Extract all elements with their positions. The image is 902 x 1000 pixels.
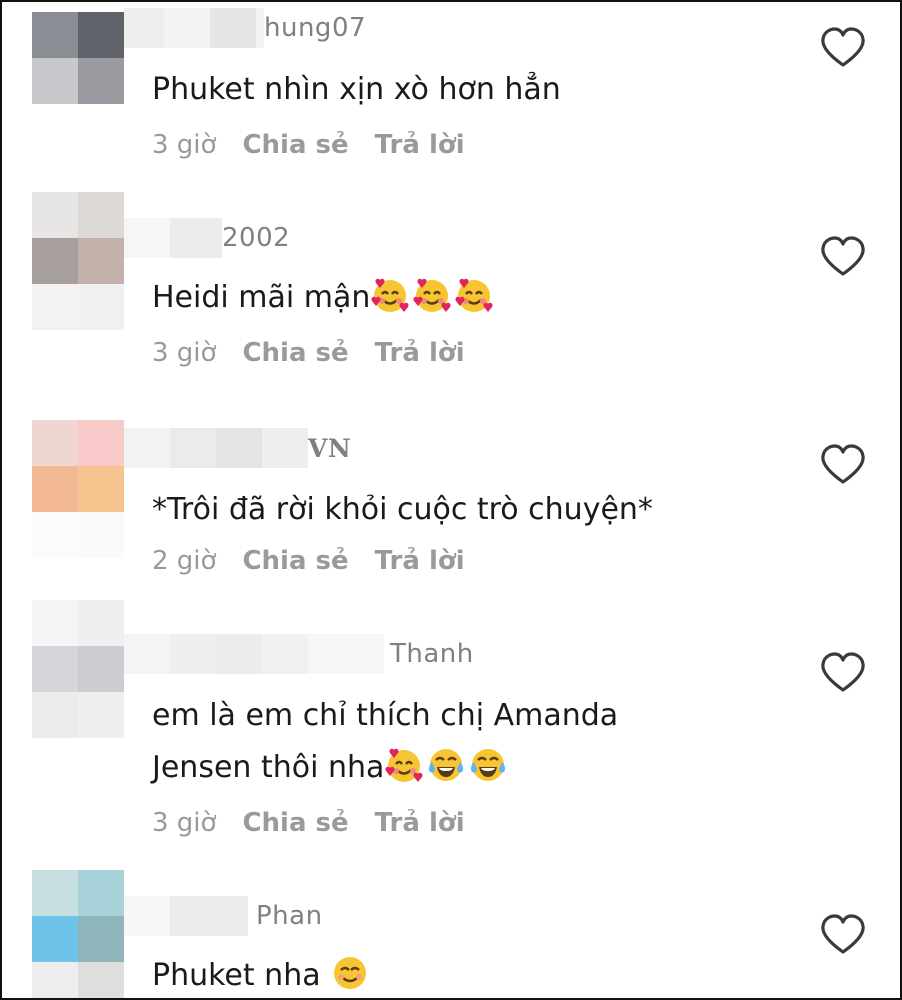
tears-of-joy-icon [429, 749, 464, 781]
comment-meta: 3 giờ Chia sẻ Trả lời [152, 130, 465, 160]
share-button[interactable]: Chia sẻ [242, 808, 348, 838]
redacted-username-block [124, 428, 308, 468]
share-button[interactable]: Chia sẻ [242, 546, 348, 576]
username[interactable]: Phan [256, 901, 323, 931]
like-heart-icon[interactable] [820, 914, 866, 956]
avatar[interactable] [32, 420, 124, 558]
comment-text: em là em chỉ thích chị Amanda Jensen thô… [152, 698, 619, 785]
timestamp: 3 giờ [152, 130, 217, 160]
avatar[interactable] [32, 870, 124, 998]
username-row[interactable]: Phan [124, 896, 323, 936]
smiling-face-with-hearts-icon [385, 748, 423, 782]
reply-button[interactable]: Trả lời [375, 130, 465, 160]
comment-item: Phan Phuket nha [2, 870, 900, 998]
comment-meta: 3 giờ Chia sẻ Trả lời [152, 338, 465, 368]
comment-text: Phuket nha [152, 950, 372, 998]
avatar[interactable] [32, 12, 124, 150]
like-heart-icon[interactable] [820, 444, 866, 486]
redacted-username-block [124, 218, 222, 258]
like-heart-icon[interactable] [820, 27, 866, 69]
emoji-group [370, 278, 496, 315]
redacted-username-block [124, 896, 248, 936]
comment-text: Phuket nhìn xịn xò hơn hẳn [152, 72, 561, 107]
like-heart-icon[interactable] [820, 236, 866, 278]
avatar[interactable] [32, 600, 124, 738]
timestamp: 2 giờ [152, 546, 217, 576]
comments-panel: hung07 Phuket nhìn xịn xò hơn hẳn 3 giờ … [0, 0, 902, 1000]
reply-button[interactable]: Trả lời [375, 546, 465, 576]
comment-meta: 2 giờ Chia sẻ Trả lời [152, 546, 465, 576]
username[interactable]: 2002 [222, 223, 290, 253]
smiling-face-icon [334, 957, 367, 989]
comment-text: Heidi mãi mận [152, 272, 496, 324]
redacted-username-block [124, 8, 264, 48]
comment-item: hung07 Phuket nhìn xịn xò hơn hẳn 3 giờ … [2, 2, 900, 202]
username-row[interactable]: 2002 [124, 218, 290, 258]
comment-item: Thanh em là em chỉ thích chị Amanda Jens… [2, 600, 900, 870]
share-button[interactable]: Chia sẻ [242, 130, 348, 160]
reply-button[interactable]: Trả lời [375, 338, 465, 368]
username[interactable]: hung07 [264, 13, 366, 43]
redacted-username-block [124, 634, 384, 674]
username-row[interactable]: VN [124, 428, 351, 468]
username-row[interactable]: hung07 [124, 8, 366, 48]
comment-text: *Trôi đã rời khỏi cuộc trò chuyện* [152, 492, 653, 527]
username[interactable]: VN [308, 434, 351, 463]
comment-item: 2002 Heidi mãi mận 3 giờ Chia sẻ Trả lời [2, 192, 900, 402]
timestamp: 3 giờ [152, 808, 217, 838]
like-heart-icon[interactable] [820, 652, 866, 694]
username[interactable]: Thanh [390, 639, 474, 669]
avatar[interactable] [32, 192, 124, 330]
timestamp: 3 giờ [152, 338, 217, 368]
reply-button[interactable]: Trả lời [375, 808, 465, 838]
smiling-face-with-hearts-icon [455, 278, 493, 312]
username-row[interactable]: Thanh [124, 634, 474, 674]
share-button[interactable]: Chia sẻ [242, 338, 348, 368]
tears-of-joy-icon [471, 749, 506, 781]
smiling-face-with-hearts-icon [413, 278, 451, 312]
smiling-face-with-hearts-icon [371, 278, 409, 312]
comment-meta: 3 giờ Chia sẻ Trả lời [152, 808, 465, 838]
comment-item: VN *Trôi đã rời khỏi cuộc trò chuyện* 2 … [2, 402, 900, 602]
